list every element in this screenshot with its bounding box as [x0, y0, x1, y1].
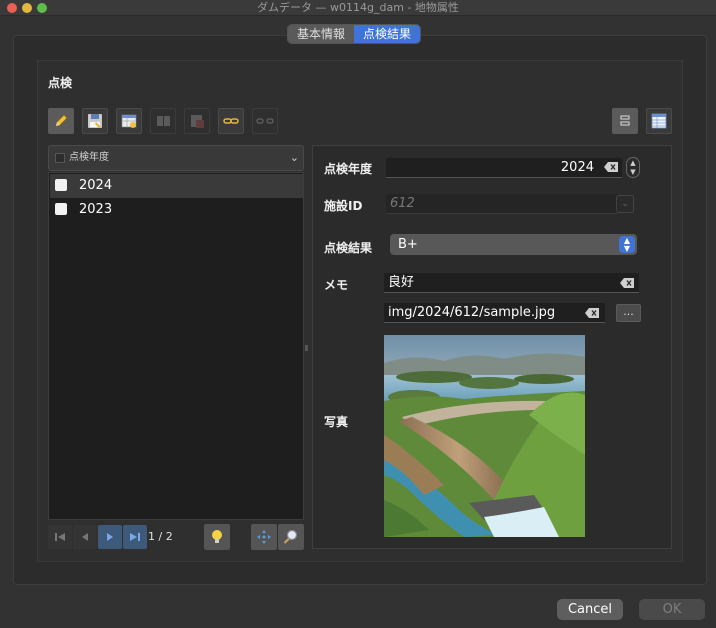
- next-icon: [107, 533, 113, 541]
- expression-icon: [55, 153, 65, 163]
- memo-label: メモ: [324, 278, 349, 292]
- unlink-feature-button[interactable]: [252, 108, 278, 134]
- chevron-down-icon: ⌄: [616, 195, 634, 213]
- last-feature-button[interactable]: [123, 525, 147, 549]
- table-view-button[interactable]: [646, 108, 672, 134]
- list-display-selector[interactable]: 点検年度 ⌄: [48, 145, 304, 171]
- toggle-editing-button[interactable]: [48, 108, 74, 134]
- clear-icon[interactable]: [585, 308, 599, 318]
- form-view-icon: [620, 115, 630, 126]
- skip-first-icon: [55, 533, 65, 541]
- year-stepper[interactable]: ▲ ▼: [626, 157, 640, 178]
- year-label: 点検年度: [324, 162, 373, 176]
- row-checkbox[interactable]: [55, 179, 67, 191]
- save-icon: [88, 114, 102, 128]
- dam-photo: [384, 335, 585, 537]
- photo-label: 写真: [324, 415, 349, 429]
- zoom-icon: [283, 529, 298, 544]
- table-view-icon: [651, 113, 667, 129]
- tab-bar: 基本情報 点検結果: [287, 24, 422, 44]
- facility-id-label: 施設ID: [324, 199, 363, 213]
- tab-basic-info[interactable]: 基本情報: [288, 25, 355, 43]
- feature-counter: 1 / 2: [148, 530, 173, 543]
- next-feature-button[interactable]: [98, 525, 122, 549]
- list-item-label: 2024: [79, 178, 113, 193]
- clear-icon[interactable]: [604, 162, 618, 172]
- skip-last-icon: [130, 533, 140, 541]
- save-edits-button[interactable]: [82, 108, 108, 134]
- delete-table-icon: [191, 115, 204, 128]
- list-header-label: 点検年度: [69, 152, 109, 163]
- pan-to-feature-button[interactable]: [251, 524, 277, 550]
- delete-child-feature-button[interactable]: [184, 108, 210, 134]
- year-input[interactable]: 2024: [386, 158, 622, 178]
- duplicate-feature-button[interactable]: [150, 108, 176, 134]
- group-title: 点検: [48, 76, 73, 90]
- list-item-label: 2023: [79, 202, 113, 217]
- list-item[interactable]: 2024: [50, 174, 303, 198]
- browse-button[interactable]: ...: [616, 304, 641, 322]
- unlink-icon: [256, 118, 274, 124]
- lightbulb-icon: [212, 530, 222, 543]
- pencil-icon: [55, 114, 68, 127]
- pan-icon: [257, 530, 271, 544]
- duplicate-icon: [157, 116, 170, 126]
- row-checkbox[interactable]: [55, 203, 67, 215]
- photo-path-input[interactable]: img/2024/612/sample.jpg: [384, 303, 605, 323]
- zoom-to-feature-button[interactable]: [278, 524, 304, 550]
- splitter-handle[interactable]: [305, 345, 308, 351]
- first-feature-button[interactable]: [48, 525, 72, 549]
- add-child-feature-button[interactable]: [116, 108, 142, 134]
- highlight-feature-button[interactable]: [204, 524, 230, 550]
- result-selected-value: B+: [398, 237, 418, 252]
- memo-input[interactable]: 良好: [384, 273, 639, 293]
- feature-list[interactable]: 2024 2023: [48, 172, 304, 520]
- stepper-up-icon[interactable]: ▲: [629, 159, 637, 167]
- facility-id-field: 612: [386, 194, 618, 214]
- previous-icon: [82, 533, 88, 541]
- ok-button[interactable]: OK: [639, 599, 705, 620]
- result-label: 点検結果: [324, 241, 373, 255]
- stepper-down-icon[interactable]: ▼: [629, 168, 637, 176]
- window-title: ダムデータ — w0114g_dam - 地物属性: [257, 1, 459, 14]
- chevron-down-icon: ⌄: [289, 151, 299, 164]
- tab-inspection-results[interactable]: 点検結果: [354, 25, 421, 43]
- title-bar: ダムデータ — w0114g_dam - 地物属性: [0, 0, 716, 16]
- link-icon: [223, 118, 239, 124]
- updown-chevron-icon: ▲ ▼: [619, 236, 635, 253]
- clear-icon[interactable]: [620, 278, 634, 288]
- cancel-button[interactable]: Cancel: [557, 599, 623, 620]
- list-item[interactable]: 2023: [50, 198, 303, 222]
- add-table-icon: [121, 114, 137, 128]
- link-feature-button[interactable]: [218, 108, 244, 134]
- previous-feature-button[interactable]: [73, 525, 97, 549]
- form-view-button[interactable]: [612, 108, 638, 134]
- result-select[interactable]: B+ ▲ ▼: [390, 234, 637, 255]
